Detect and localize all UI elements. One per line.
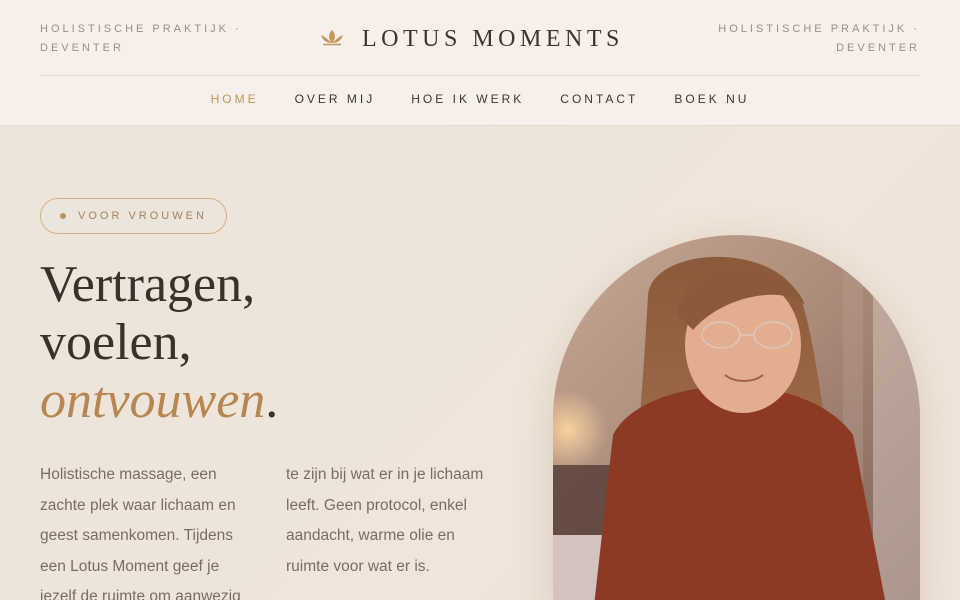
nav-item-contact[interactable]: CONTACT [560,92,638,106]
header-tagline-left: HOLISTISCHE PRAKTIJK · DEVENTER [40,23,242,54]
headline-line-1: Vertragen, [40,256,256,313]
nav-item-hoe-ik-werk[interactable]: HOE IK WERK [411,92,524,106]
headline-period: . [265,372,279,429]
audience-badge: VOOR VROUWEN [40,198,227,234]
hero-headline: Vertragen, voelen, ontvouwen. [40,256,278,430]
hero-intro-text: Holistische massage, een zachte plek waa… [40,466,484,600]
hero-section: VOOR VROUWEN Vertragen, voelen, ontvouwe… [0,126,960,600]
nav-item-boek-nu[interactable]: BOEK NU [674,92,749,106]
header-tagline-right: HOLISTISCHE PRAKTIJK · DEVENTER [718,23,920,54]
hero-photo [553,235,920,600]
dot-icon [60,213,66,219]
audience-badge-label: VOOR VROUWEN [78,210,207,222]
headline-line-2: voelen, [40,314,192,371]
lotus-icon [320,28,344,51]
site-header: HOLISTISCHE PRAKTIJK · DEVENTER LOTUS MO… [0,0,960,126]
brand-name: LOTUS MOMENTS [362,25,624,52]
header-divider [40,75,920,76]
main-nav: HOME OVER MIJ HOE IK WERK CONTACT BOEK N… [0,92,960,106]
nav-item-home[interactable]: HOME [211,92,259,106]
nav-item-over-mij[interactable]: OVER MIJ [295,92,376,106]
brand-logo[interactable]: LOTUS MOMENTS [320,22,624,56]
headline-accent: ontvouwen [40,372,266,429]
